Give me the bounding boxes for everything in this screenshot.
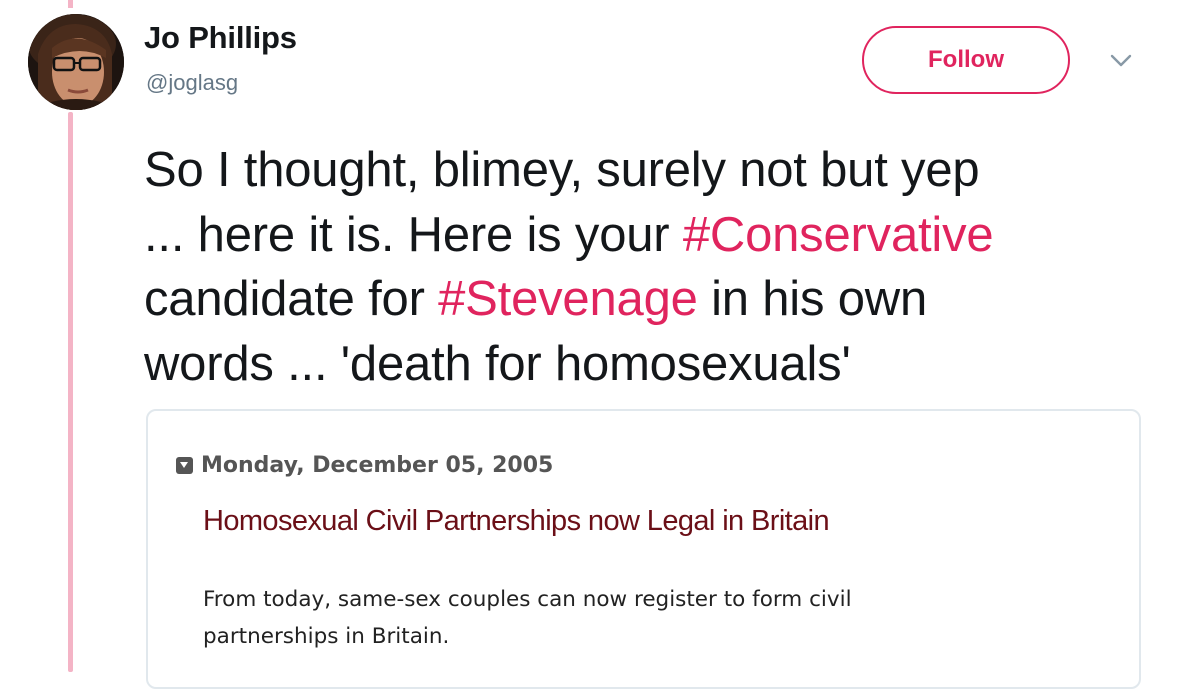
avatar[interactable] bbox=[28, 14, 124, 110]
tweet-text: So I thought, blimey, surely not but yep… bbox=[144, 138, 1144, 396]
thread-line-top bbox=[68, 0, 73, 8]
follow-button[interactable]: Follow bbox=[862, 26, 1070, 94]
tweet-line: candidate for #Stevenage in his own bbox=[144, 267, 1144, 332]
chevron-down-icon[interactable] bbox=[1107, 50, 1135, 72]
hashtag-link-conservative[interactable]: #Conservative bbox=[683, 208, 994, 262]
post-body-line: From today, same-sex couples can now reg… bbox=[203, 587, 852, 612]
post-title[interactable]: Homosexual Civil Partnerships now Legal … bbox=[203, 505, 830, 538]
tweet-text-segment: ... here it is. Here is your bbox=[144, 207, 683, 262]
display-name[interactable]: Jo Phillips bbox=[144, 20, 297, 56]
tweet-text-segment: in his own bbox=[697, 272, 927, 326]
thread-line bbox=[68, 112, 73, 672]
post-date: Monday, December 05, 2005 bbox=[201, 453, 554, 478]
avatar-image bbox=[28, 14, 124, 110]
post-body: From today, same-sex couples can now reg… bbox=[203, 581, 1083, 655]
date-arrow-icon bbox=[176, 457, 193, 474]
post-body-line: partnerships in Britain. bbox=[203, 624, 450, 649]
hashtag-link-stevenage[interactable]: #Stevenage bbox=[438, 272, 698, 326]
post-date-row: Monday, December 05, 2005 bbox=[176, 453, 553, 478]
tweet-text-segment: candidate for bbox=[144, 272, 439, 326]
attached-image-card[interactable]: Monday, December 05, 2005 Homosexual Civ… bbox=[146, 409, 1141, 689]
tweet-line: words ... 'death for homosexuals' bbox=[144, 336, 851, 391]
tweet-line: So I thought, blimey, surely not but yep bbox=[144, 143, 980, 197]
tweet-line: ... here it is. Here is your #Conservati… bbox=[144, 203, 1144, 268]
user-handle[interactable]: @joglasg bbox=[146, 70, 238, 96]
